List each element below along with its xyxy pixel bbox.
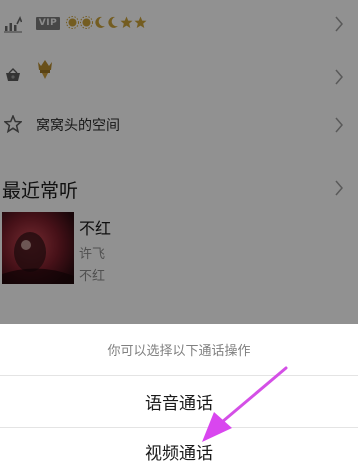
voice-call-button[interactable]: 语音通话 xyxy=(0,376,358,428)
call-action-sheet: 你可以选择以下通话操作 语音通话 视频通话 xyxy=(0,324,358,474)
video-call-button[interactable]: 视频通话 xyxy=(0,428,358,474)
phone-screen: VIP 窝窝头的空间 最近常听 不红 许飞 不红 你可以选择以下通话操作 语音通… xyxy=(0,0,358,474)
action-sheet-header: 你可以选择以下通话操作 xyxy=(0,324,358,376)
